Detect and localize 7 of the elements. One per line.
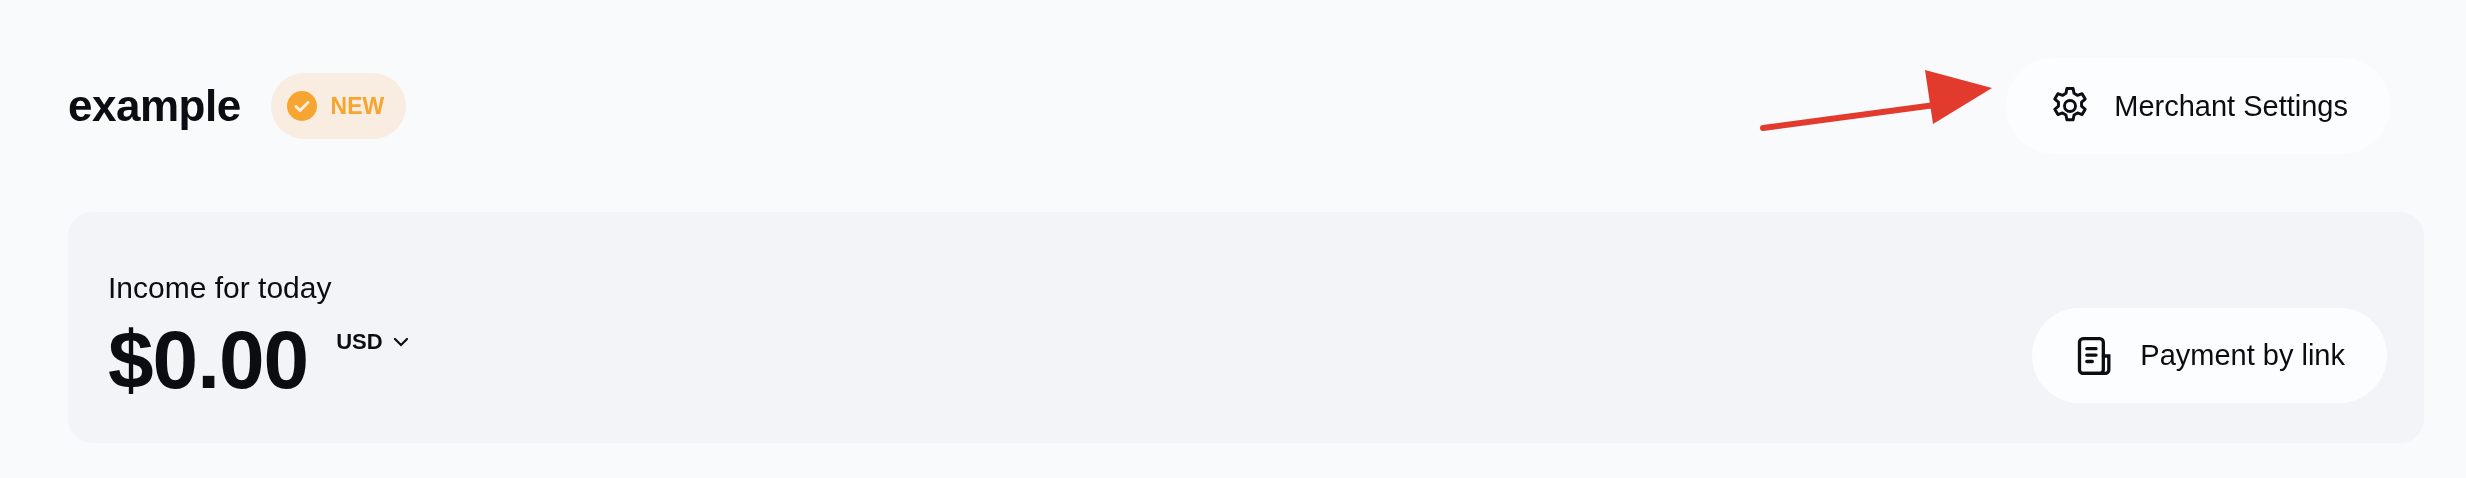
income-amount: $0.00 — [108, 319, 309, 401]
page-title: example — [68, 81, 241, 131]
payment-by-link-button[interactable]: Payment by link — [2032, 308, 2387, 403]
new-badge: NEW — [270, 73, 407, 139]
currency-dropdown[interactable]: USD — [336, 329, 409, 355]
income-label: Income for today — [108, 271, 333, 305]
chevron-down-icon — [392, 337, 409, 347]
